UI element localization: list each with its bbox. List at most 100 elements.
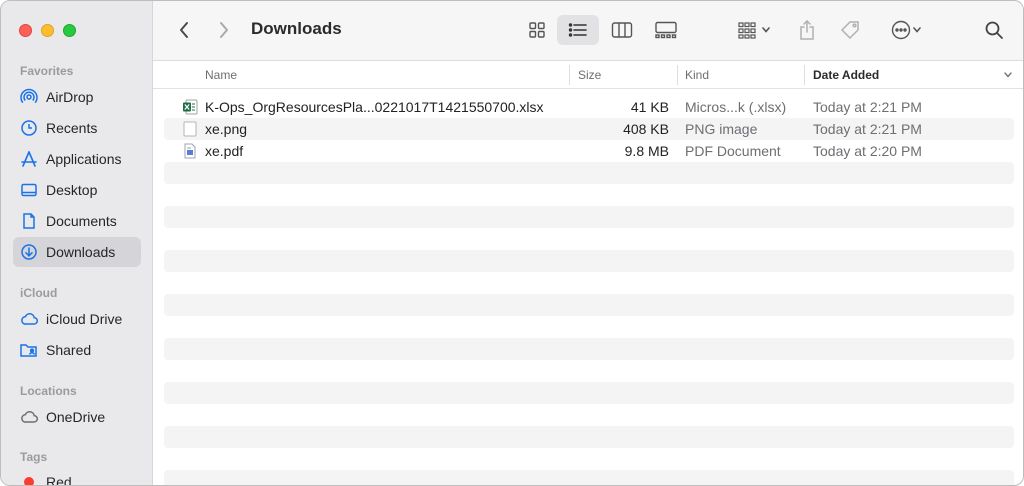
column-header-row: Name Size Kind Date Added (153, 61, 1023, 89)
sidebar-item-label: AirDrop (46, 89, 94, 105)
applications-icon (19, 149, 39, 169)
document-icon (19, 211, 39, 231)
empty-row-stripe (164, 162, 1014, 184)
gallery-icon (655, 21, 677, 39)
file-date-added: Today at 2:21 PM (813, 99, 922, 115)
sort-chevron-down-icon[interactable] (1003, 61, 1013, 89)
sidebar-item-label: iCloud Drive (46, 311, 123, 327)
minimize-window-button[interactable] (41, 24, 54, 37)
window-controls (19, 24, 76, 37)
file-size: 41 KB (630, 99, 669, 115)
file-date-added: Today at 2:21 PM (813, 121, 922, 137)
tag-color-dot (19, 472, 39, 485)
sidebar-item-label: Documents (46, 213, 117, 229)
column-header-date-added[interactable]: Date Added (813, 61, 879, 89)
desktop-icon (19, 180, 39, 200)
file-row[interactable]: xe.png 408 KB PNG image Today at 2:21 PM (164, 118, 1014, 140)
column-divider[interactable] (677, 65, 678, 85)
sidebar-item-label: Red (46, 474, 72, 486)
file-kind: PNG image (685, 121, 758, 137)
zoom-window-button[interactable] (63, 24, 76, 37)
column-divider[interactable] (569, 65, 570, 85)
ellipsis-circle-icon (891, 20, 911, 40)
clock-icon (19, 118, 39, 138)
finder-window: Favorites AirDrop Recents Applications D… (0, 0, 1024, 486)
sidebar-item-label: Desktop (46, 182, 98, 198)
columns-icon (611, 22, 633, 38)
sidebar-item-documents[interactable]: Documents (13, 206, 141, 236)
file-size: 9.8 MB (624, 143, 669, 159)
empty-row-stripe (164, 294, 1014, 316)
sidebar-section-favorites: Favorites (20, 64, 74, 78)
chevron-down-icon (913, 27, 921, 33)
more-actions-button[interactable] (883, 15, 929, 45)
toolbar: Downloads (153, 1, 1023, 61)
empty-row-stripe (164, 382, 1014, 404)
image-file-icon (182, 121, 198, 137)
column-divider[interactable] (804, 65, 805, 85)
column-header-name[interactable]: Name (205, 61, 237, 89)
file-name: xe.pdf (205, 143, 244, 159)
group-icon (738, 22, 756, 39)
window-title: Downloads (251, 19, 342, 38)
view-columns-button[interactable] (602, 15, 642, 45)
group-by-button[interactable] (731, 15, 777, 45)
empty-row-stripe (164, 206, 1014, 228)
file-name: K-Ops_OrgResourcesPla...0221017T14215507… (205, 99, 544, 115)
sidebar-item-label: Shared (46, 342, 92, 358)
cloud-icon (19, 309, 39, 329)
excel-file-icon (182, 99, 198, 115)
empty-row-stripe (164, 338, 1014, 360)
download-icon (19, 242, 39, 262)
sidebar-section-icloud: iCloud (20, 286, 58, 300)
share-button[interactable] (793, 15, 821, 45)
sidebar: Favorites AirDrop Recents Applications D… (1, 1, 153, 486)
sidebar-item-label: Recents (46, 120, 98, 136)
search-button[interactable] (979, 15, 1009, 45)
search-icon (985, 21, 1003, 39)
list-icon (568, 23, 587, 37)
sidebar-item-label: OneDrive (46, 409, 106, 425)
sidebar-section-locations: Locations (20, 384, 77, 398)
file-list: K-Ops_OrgResourcesPla...0221017T14215507… (153, 89, 1023, 485)
chevron-down-icon (762, 27, 770, 33)
sidebar-item-applications[interactable]: Applications (13, 144, 141, 174)
shared-folder-icon (19, 340, 39, 360)
file-date-added: Today at 2:20 PM (813, 143, 922, 159)
sidebar-item-label: Applications (46, 151, 122, 167)
sidebar-item-label: Downloads (46, 244, 116, 260)
sidebar-item-downloads[interactable]: Downloads (13, 237, 141, 267)
file-kind: Micros...k (.xlsx) (685, 99, 787, 115)
empty-row-stripe (164, 250, 1014, 272)
sidebar-item-onedrive[interactable]: OneDrive (13, 402, 141, 432)
back-button[interactable] (171, 15, 197, 45)
view-icons-button[interactable] (517, 15, 557, 45)
view-gallery-button[interactable] (645, 15, 687, 45)
airdrop-icon (19, 87, 39, 107)
chevron-right-icon (220, 22, 228, 38)
grid-icon (529, 22, 545, 38)
close-window-button[interactable] (19, 24, 32, 37)
sidebar-item-desktop[interactable]: Desktop (13, 175, 141, 205)
file-name: xe.png (205, 121, 248, 137)
tag-icon (840, 21, 859, 40)
empty-row-stripe (164, 470, 1014, 485)
empty-row-stripe (164, 426, 1014, 448)
column-header-size[interactable]: Size (578, 61, 601, 89)
sidebar-item-airdrop[interactable]: AirDrop (13, 82, 141, 112)
sidebar-item-tag-red[interactable]: Red (13, 467, 141, 486)
forward-button[interactable] (211, 15, 237, 45)
file-row[interactable]: K-Ops_OrgResourcesPla...0221017T14215507… (164, 96, 1014, 118)
view-list-button[interactable] (557, 15, 599, 45)
sidebar-item-icloud-drive[interactable]: iCloud Drive (13, 304, 141, 334)
chevron-left-icon (180, 22, 188, 38)
file-row[interactable]: xe.pdf 9.8 MB PDF Document Today at 2:20… (164, 140, 1014, 162)
file-size: 408 KB (623, 121, 669, 137)
column-header-kind[interactable]: Kind (685, 61, 709, 89)
tag-button[interactable] (835, 15, 865, 45)
sidebar-item-shared[interactable]: Shared (13, 335, 141, 365)
file-kind: PDF Document (685, 143, 781, 159)
pdf-file-icon (182, 143, 198, 159)
sidebar-section-tags: Tags (20, 450, 48, 464)
sidebar-item-recents[interactable]: Recents (13, 113, 141, 143)
